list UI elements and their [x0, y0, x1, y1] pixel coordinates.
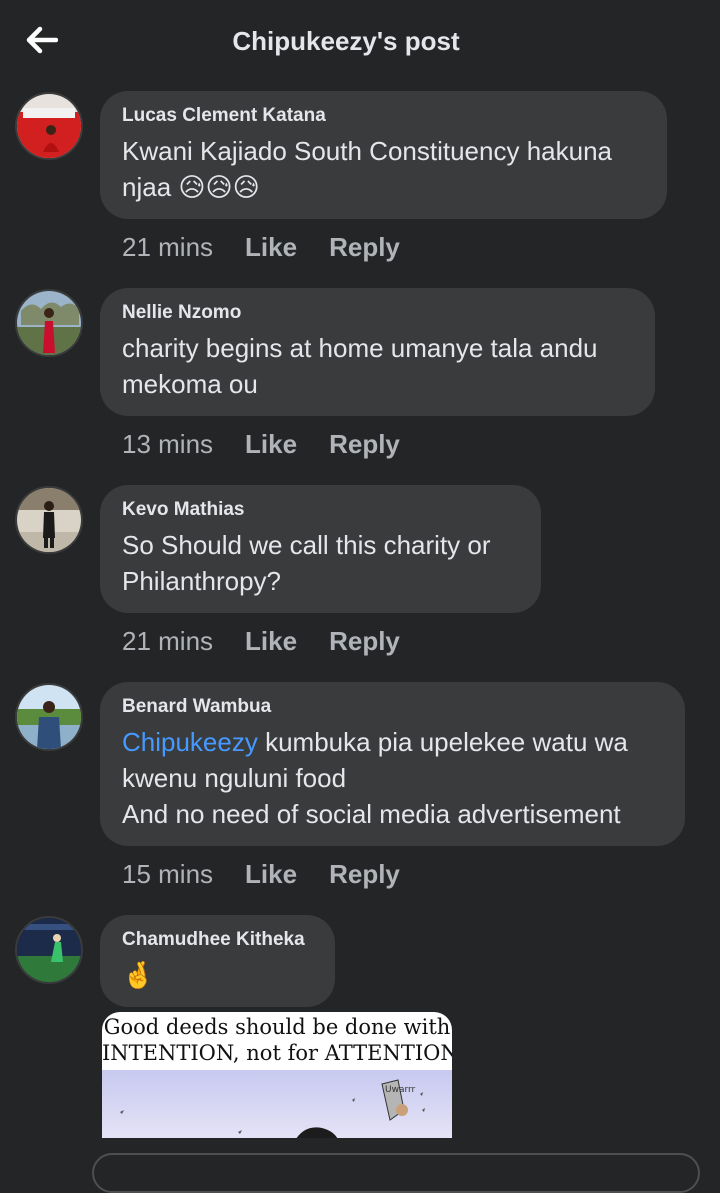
comment-text: 🤞	[122, 957, 313, 993]
comment-actions: 21 mins Like Reply	[122, 232, 400, 263]
like-button[interactable]: Like	[245, 232, 297, 263]
page-title: Chipukeezy's post	[232, 26, 460, 56]
like-button[interactable]: Like	[245, 429, 297, 460]
like-button[interactable]: Like	[245, 859, 297, 890]
crossed-fingers-emoji: 🤞	[122, 960, 155, 990]
comment-bubble: Benard Wambua Chipukeezy kumbuka pia upe…	[100, 682, 685, 846]
comment-bubble: Lucas Clement Katana Kwani Kajiado South…	[100, 91, 667, 219]
avatar[interactable]	[15, 486, 83, 554]
comment-image-attachment[interactable]: Good deeds should be done with INTENTION…	[102, 1012, 452, 1142]
meme-illustration: Uwarrr	[102, 1070, 452, 1142]
mention-link[interactable]: Chipukeezy	[122, 727, 258, 757]
comment-input[interactable]	[92, 1153, 700, 1193]
comment-text: charity begins at home umanye tala andu …	[122, 333, 598, 399]
avatar[interactable]	[15, 289, 83, 357]
comment-author[interactable]: Chamudhee Kitheka	[122, 929, 313, 951]
comment-text: So Should we call this charity or Philan…	[122, 530, 491, 596]
comment-author[interactable]: Kevo Mathias	[122, 499, 519, 521]
reply-button[interactable]: Reply	[329, 859, 400, 890]
reply-button[interactable]: Reply	[329, 429, 400, 460]
comment-bubble: Nellie Nzomo charity begins at home uman…	[100, 288, 655, 416]
crying-emoji: 😥😥😥	[178, 172, 260, 202]
comment-actions: 13 mins Like Reply	[122, 429, 400, 460]
meme-caption-line-1: Good deeds should be done with	[103, 1015, 451, 1039]
like-button[interactable]: Like	[245, 626, 297, 657]
comment-bubble: Kevo Mathias So Should we call this char…	[100, 485, 541, 613]
reply-button[interactable]: Reply	[329, 626, 400, 657]
reply-button[interactable]: Reply	[329, 232, 400, 263]
top-bar: Chipukeezy's post	[0, 0, 720, 84]
svg-text:Uwarrr: Uwarrr	[385, 1085, 416, 1095]
comment-timestamp[interactable]: 21 mins	[122, 232, 213, 263]
comment-timestamp[interactable]: 15 mins	[122, 859, 213, 890]
comment-text: Chipukeezy kumbuka pia upelekee watu wa …	[122, 727, 628, 829]
comment-actions: 15 mins Like Reply	[122, 859, 400, 890]
comment-author[interactable]: Nellie Nzomo	[122, 302, 633, 324]
comment-actions: 21 mins Like Reply	[122, 626, 400, 657]
avatar[interactable]	[15, 916, 83, 984]
comment-timestamp[interactable]: 21 mins	[122, 626, 213, 657]
avatar[interactable]	[15, 92, 83, 160]
comment-author[interactable]: Lucas Clement Katana	[122, 105, 645, 127]
comment-author[interactable]: Benard Wambua	[122, 696, 663, 718]
meme-caption-line-2: INTENTION, not for ATTENTION.	[102, 1041, 452, 1065]
comment-text: Kwani Kajiado South Constituency hakuna …	[122, 136, 612, 202]
avatar[interactable]	[15, 683, 83, 751]
comment-timestamp[interactable]: 13 mins	[122, 429, 213, 460]
comment-bubble: Chamudhee Kitheka 🤞	[100, 915, 335, 1007]
